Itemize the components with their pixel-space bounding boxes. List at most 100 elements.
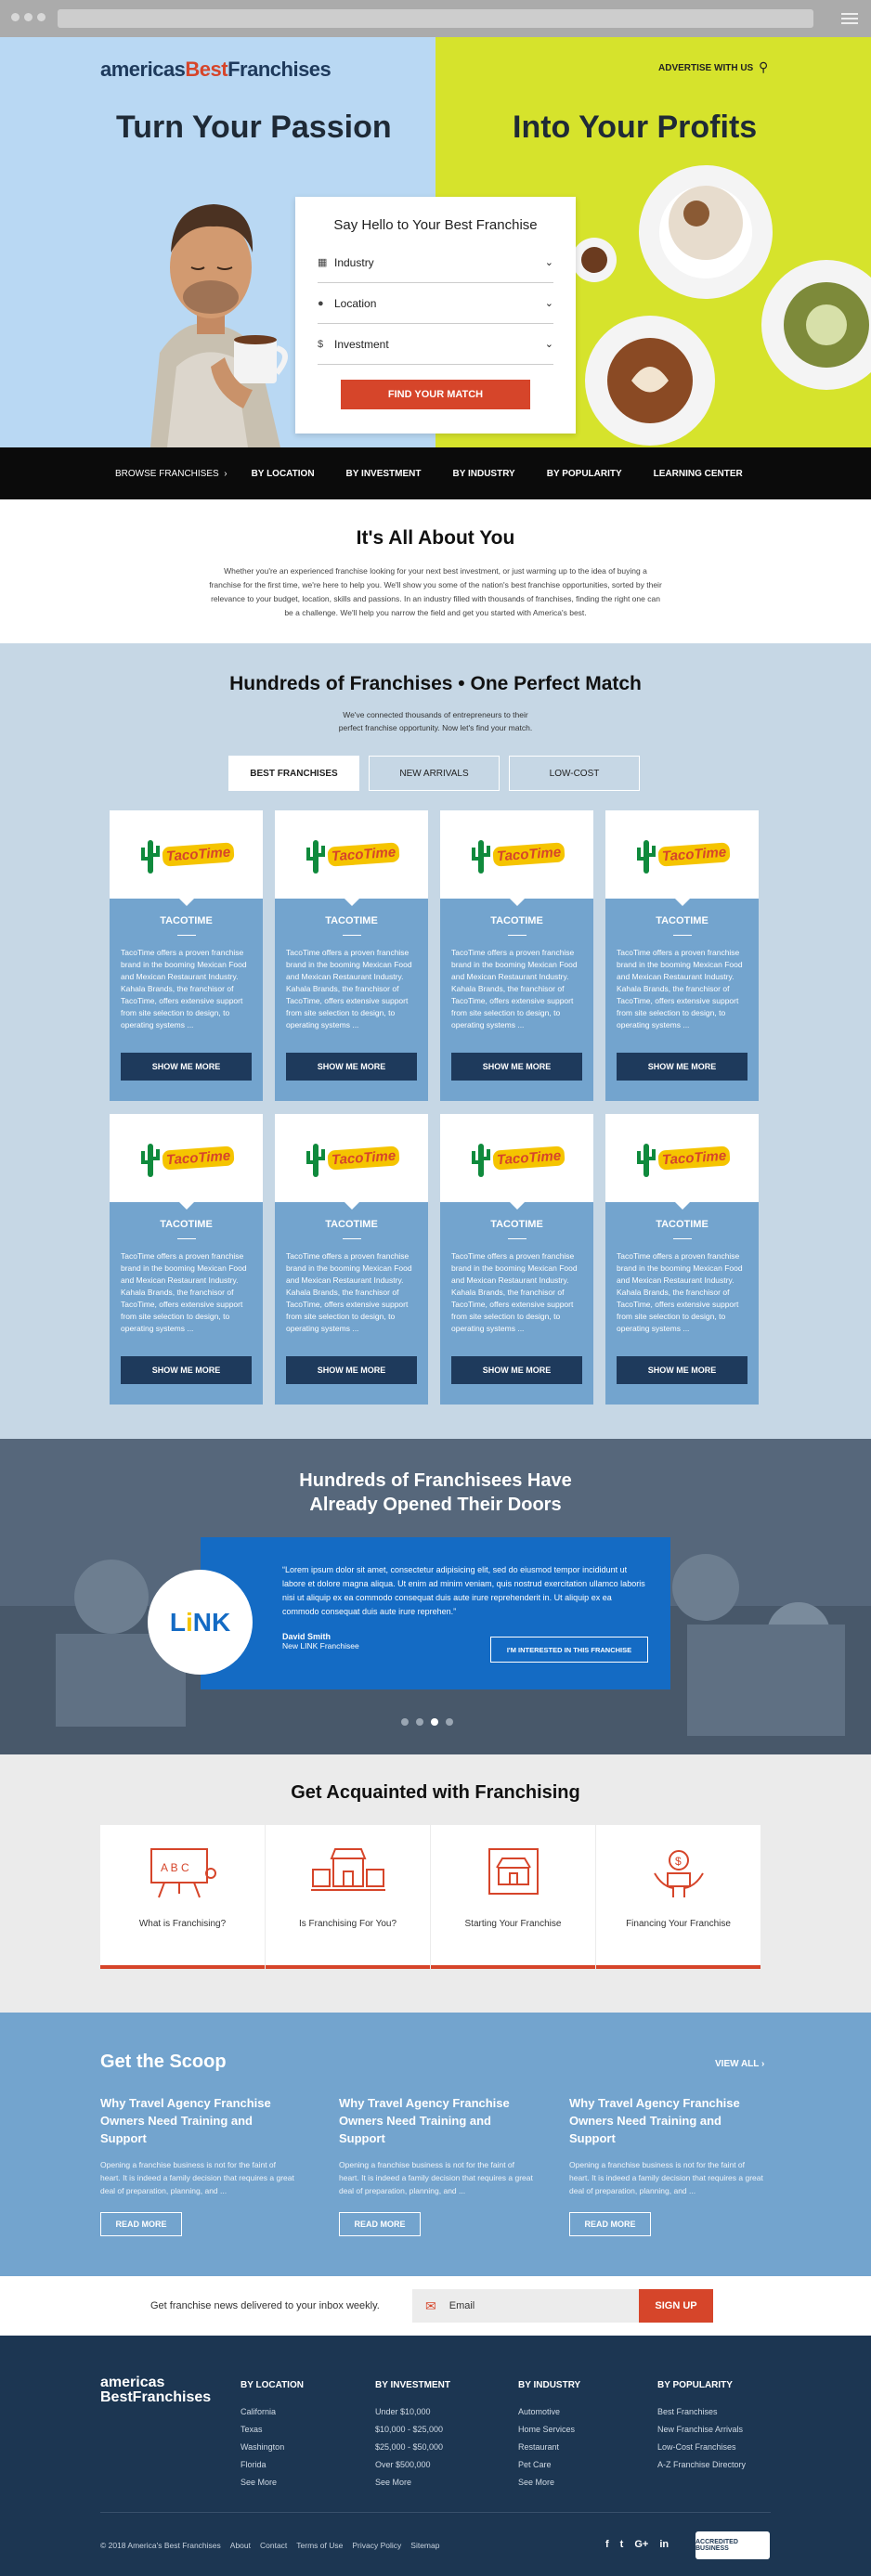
nav-by-investment[interactable]: BY INVESTMENT — [346, 469, 422, 479]
show-me-more-button[interactable]: SHOW ME MORE — [451, 1053, 582, 1081]
footer-link[interactable]: See More — [518, 2474, 580, 2492]
article-title[interactable]: Why Travel Agency Franchise Owners Need … — [569, 2094, 766, 2147]
footer-link[interactable]: Under $10,000 — [375, 2403, 450, 2421]
twitter-icon[interactable]: t — [620, 2539, 624, 2550]
show-me-more-button[interactable]: SHOW ME MORE — [286, 1053, 417, 1081]
franchise-search-form: Say Hello to Your Best Franchise ▦ Indust… — [295, 197, 576, 434]
footer-link[interactable]: $10,000 - $25,000 — [375, 2421, 450, 2439]
franchise-card: TacoTime TACOTIME TacoTime offers a proven… — [605, 810, 759, 1101]
footer-link[interactable]: New Franchise Arrivals — [657, 2421, 746, 2439]
read-more-button[interactable]: READ MORE — [569, 2212, 651, 2236]
show-me-more-button[interactable]: SHOW ME MORE — [451, 1356, 582, 1384]
tab-low-cost[interactable]: LOW-COST — [509, 756, 640, 791]
interested-button[interactable]: I'M INTERESTED IN THIS FRANCHISE — [490, 1637, 648, 1663]
show-me-more-button[interactable]: SHOW ME MORE — [617, 1053, 748, 1081]
newsletter-bar: Get franchise news delivered to your inb… — [0, 2276, 871, 2336]
franchise-logo[interactable]: TacoTime — [110, 1114, 263, 1210]
cactus-icon — [636, 839, 656, 874]
franchise-description: TacoTime offers a proven franchise brand… — [121, 1251, 247, 1333]
read-more-button[interactable]: READ MORE — [100, 2212, 182, 2236]
sign-up-button[interactable]: SIGN UP — [639, 2289, 713, 2323]
franchise-name: TACOTIME — [160, 915, 213, 926]
financing-your-franchise-card[interactable]: $ Financing Your Franchise — [596, 1825, 760, 1969]
franchise-logo[interactable]: TacoTime — [440, 810, 593, 906]
address-bar[interactable] — [58, 9, 813, 28]
about-text: Whether you're an experienced franchise … — [209, 566, 662, 617]
bbb-accredited-badge[interactable]: ACCREDITED BUSINESS — [696, 2531, 770, 2559]
footer-logo[interactable]: americas BestFranchises — [100, 2375, 211, 2405]
nav-learning-center[interactable]: LEARNING CENTER — [654, 469, 743, 479]
blueprint-store-icon — [488, 1848, 539, 1895]
footer-link[interactable]: Over $500,000 — [375, 2456, 450, 2474]
view-all-link[interactable]: VIEW ALL › — [715, 2059, 764, 2069]
article-excerpt: Opening a franchise business is not for … — [339, 2160, 533, 2195]
carousel-dot-active[interactable] — [431, 1718, 438, 1726]
footer-link[interactable]: Pet Care — [518, 2456, 580, 2474]
carousel-dot[interactable] — [401, 1718, 409, 1726]
google-plus-icon[interactable]: G+ — [634, 2539, 648, 2550]
franchise-card: TacoTime TACOTIME TacoTime offers a proven… — [275, 810, 428, 1101]
investment-select[interactable]: $ Investment ⌄ — [318, 324, 553, 365]
starting-your-franchise-card[interactable]: Starting Your Franchise — [431, 1825, 595, 1969]
footer-link[interactable]: Best Franchises — [657, 2403, 746, 2421]
nav-browse-franchises[interactable]: BROWSE FRANCHISES › — [115, 469, 228, 479]
facebook-icon[interactable]: f — [605, 2539, 609, 2550]
footer-link[interactable]: Automotive — [518, 2403, 580, 2421]
footer-link[interactable]: Restaurant — [518, 2439, 580, 2456]
browser-chrome — [0, 0, 871, 37]
footer-link[interactable]: Home Services — [518, 2421, 580, 2439]
franchise-card: TacoTime TACOTIME TacoTime offers a proven… — [275, 1114, 428, 1405]
nav-by-industry[interactable]: BY INDUSTRY — [452, 469, 514, 479]
footer-link-contact[interactable]: Contact — [260, 2541, 287, 2550]
footer-link-privacy[interactable]: Privacy Policy — [352, 2541, 401, 2550]
show-me-more-button[interactable]: SHOW ME MORE — [121, 1053, 252, 1081]
show-me-more-button[interactable]: SHOW ME MORE — [121, 1356, 252, 1384]
location-select[interactable]: ● Location ⌄ — [318, 283, 553, 324]
footer-link[interactable]: See More — [375, 2474, 450, 2492]
footer-link[interactable]: $25,000 - $50,000 — [375, 2439, 450, 2456]
franchise-logo[interactable]: TacoTime — [605, 1114, 759, 1210]
tab-best-franchises[interactable]: BEST FRANCHISES — [228, 756, 359, 791]
footer-link-sitemap[interactable]: Sitemap — [410, 2541, 439, 2550]
carousel-dot[interactable] — [416, 1718, 423, 1726]
franchise-logo[interactable]: TacoTime — [605, 810, 759, 906]
advertise-link[interactable]: ADVERTISE WITH US — [658, 63, 753, 73]
is-franchising-for-you-card[interactable]: Is Franchising For You? — [266, 1825, 430, 1969]
man-with-mug-image — [150, 204, 288, 447]
footer: americas BestFranchises BY LOCATION Calif… — [0, 2336, 871, 2576]
tab-new-arrivals[interactable]: NEW ARRIVALS — [369, 756, 500, 791]
nav-by-popularity[interactable]: BY POPULARITY — [547, 469, 622, 479]
franchise-logo[interactable]: TacoTime — [440, 1114, 593, 1210]
footer-link[interactable]: A-Z Franchise Directory — [657, 2456, 746, 2474]
article-title[interactable]: Why Travel Agency Franchise Owners Need … — [100, 2094, 297, 2147]
franchise-name: TACOTIME — [656, 915, 708, 926]
what-is-franchising-card[interactable]: A B C What is Franchising? — [100, 1825, 265, 1969]
hamburger-icon[interactable] — [841, 13, 858, 27]
article-title[interactable]: Why Travel Agency Franchise Owners Need … — [339, 2094, 536, 2147]
franchise-logo[interactable]: TacoTime — [275, 810, 428, 906]
industry-select[interactable]: ▦ Industry ⌄ — [318, 242, 553, 283]
linkedin-icon[interactable]: in — [659, 2539, 669, 2550]
show-me-more-button[interactable]: SHOW ME MORE — [286, 1356, 417, 1384]
show-me-more-button[interactable]: SHOW ME MORE — [617, 1356, 748, 1384]
franchise-logo[interactable]: TacoTime — [110, 810, 263, 906]
footer-link[interactable]: See More — [240, 2474, 304, 2492]
footer-link-about[interactable]: About — [230, 2541, 251, 2550]
search-icon[interactable]: ⚲ — [759, 59, 768, 75]
footer-link[interactable]: Florida — [240, 2456, 304, 2474]
franchise-card: TacoTime TACOTIME TacoTime offers a proven… — [605, 1114, 759, 1405]
form-title: Say Hello to Your Best Franchise — [333, 217, 538, 233]
footer-link-terms[interactable]: Terms of Use — [296, 2541, 343, 2550]
carousel-dot[interactable] — [446, 1718, 453, 1726]
read-more-button[interactable]: READ MORE — [339, 2212, 421, 2236]
email-input[interactable]: ✉ Email — [412, 2289, 639, 2323]
chevron-down-icon: ⌄ — [544, 298, 553, 309]
footer-link[interactable]: Low-Cost Franchises — [657, 2439, 746, 2456]
franchise-logo[interactable]: TacoTime — [275, 1114, 428, 1210]
nav-by-location[interactable]: BY LOCATION — [252, 469, 315, 479]
footer-link[interactable]: Washington — [240, 2439, 304, 2456]
find-match-button[interactable]: FIND YOUR MATCH — [341, 380, 530, 409]
footer-link[interactable]: Texas — [240, 2421, 304, 2439]
footer-link[interactable]: California — [240, 2403, 304, 2421]
site-logo[interactable]: americasBestFranchises — [100, 58, 332, 82]
